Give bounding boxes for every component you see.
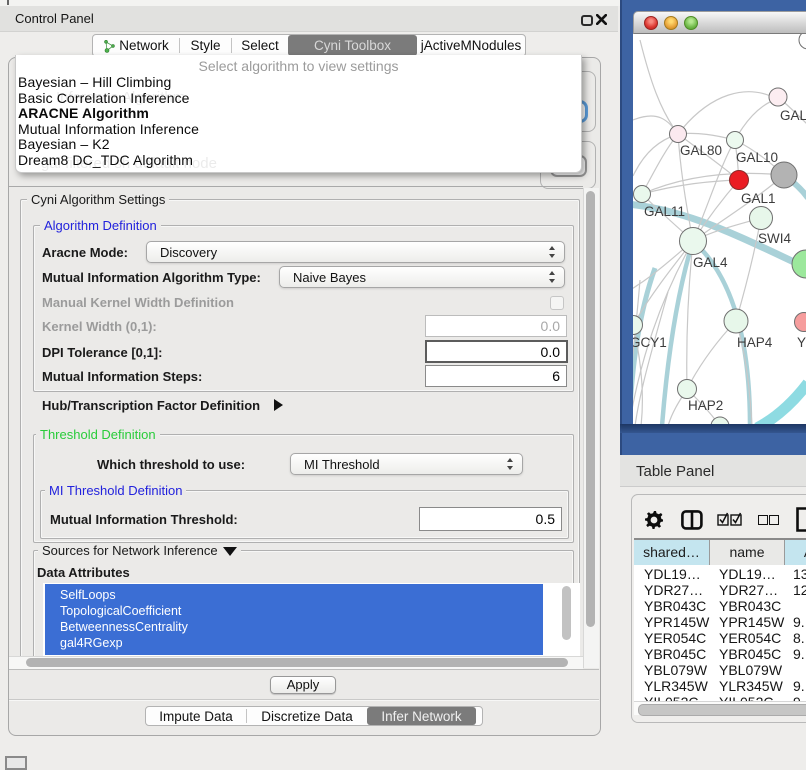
svg-text:GAL4: GAL4	[693, 255, 728, 270]
svg-text:GAL11: GAL11	[644, 204, 685, 219]
svg-text:GCY1: GCY1	[633, 335, 667, 350]
svg-text:GAL10: GAL10	[736, 150, 778, 165]
svg-text:SWI4: SWI4	[758, 231, 791, 246]
svg-text:HAP4: HAP4	[737, 335, 773, 350]
svg-text:HAP2: HAP2	[688, 398, 723, 413]
svg-text:GAL80: GAL80	[680, 143, 722, 158]
svg-text:GAL1: GAL1	[741, 191, 776, 206]
svg-text:Y: Y	[797, 335, 806, 350]
svg-text:GAL7: GAL7	[780, 108, 806, 123]
